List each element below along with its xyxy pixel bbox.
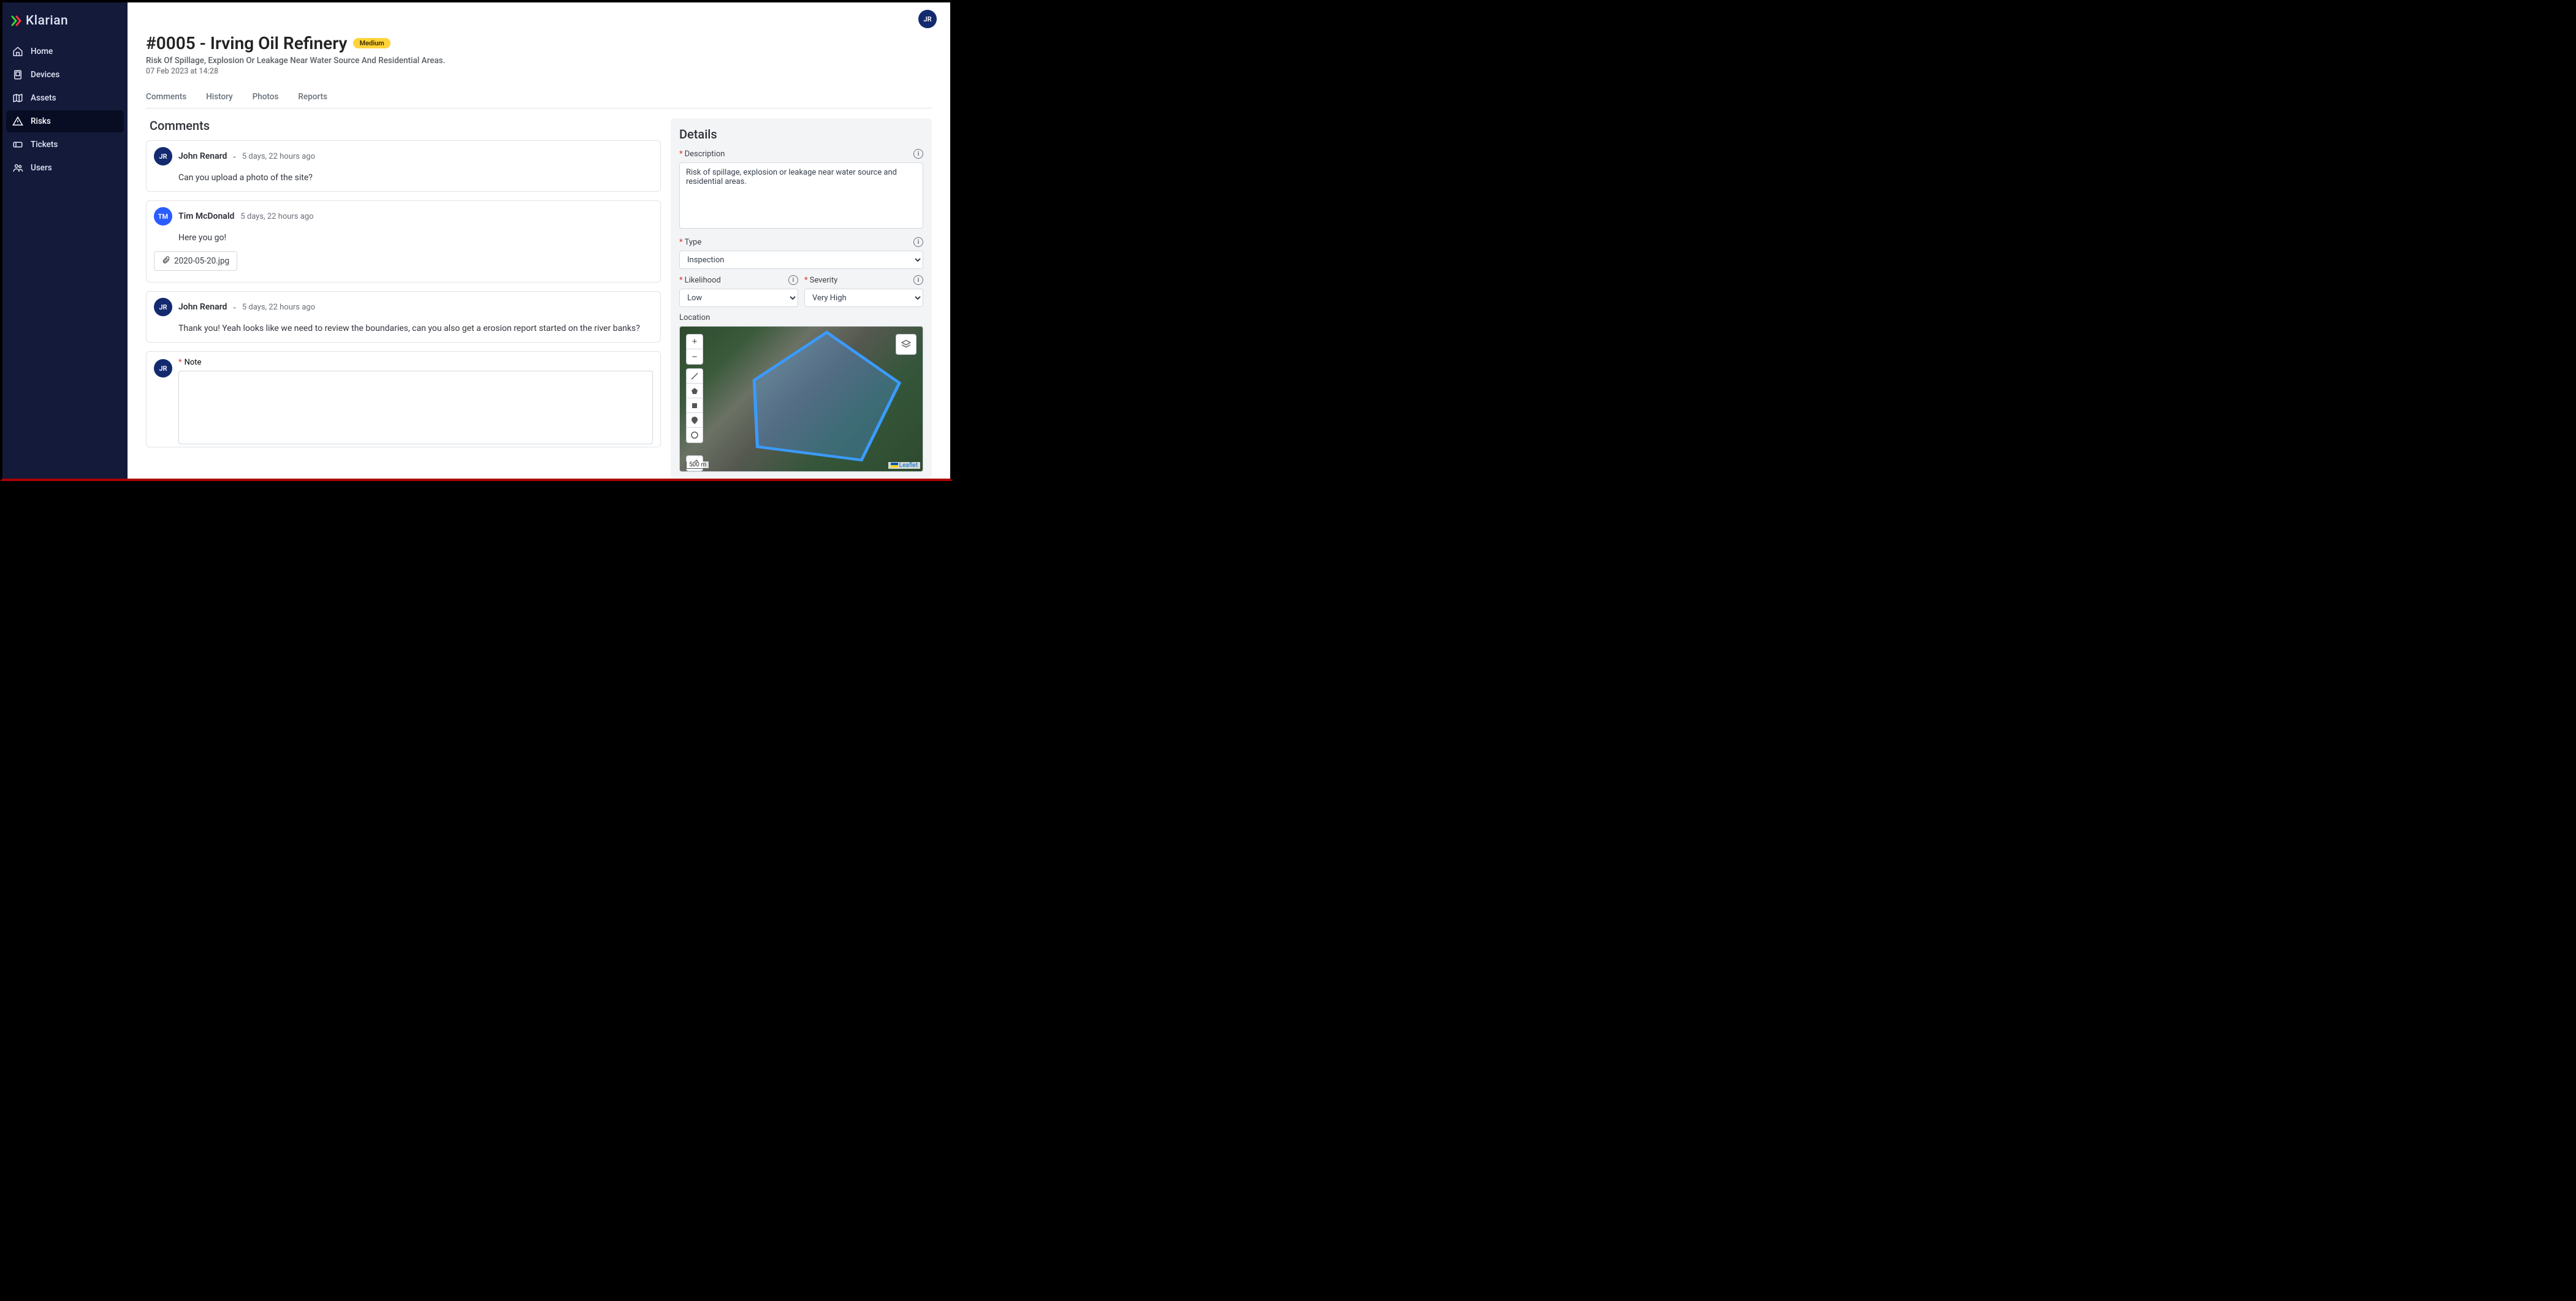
sidebar-label: Assets xyxy=(31,93,56,103)
likelihood-label: Likelihood xyxy=(685,276,721,285)
map-polygon xyxy=(748,330,905,463)
leaflet-link[interactable]: Leaflet xyxy=(899,462,918,469)
map-icon xyxy=(12,93,23,104)
comment-body: Can you upload a photo of the site? xyxy=(154,165,653,183)
sidebar-label: Home xyxy=(31,47,53,56)
flag-icon xyxy=(891,463,898,468)
type-select[interactable]: Inspection xyxy=(679,251,923,269)
main: JR #0005 - Irving Oil Refinery Medium Ri… xyxy=(128,2,950,479)
info-icon[interactable]: i xyxy=(788,275,798,285)
info-icon[interactable]: i xyxy=(913,275,923,285)
comment-card: JR John Renard - 5 days, 22 hours ago Th… xyxy=(146,291,661,343)
likelihood-select[interactable]: Low xyxy=(679,289,798,307)
location-map[interactable]: + − xyxy=(679,326,923,472)
zoom-out-button[interactable]: − xyxy=(687,349,703,364)
severity-label: Severity xyxy=(810,276,838,285)
page-subtitle: Risk Of Spillage, Explosion Or Leakage N… xyxy=(146,56,932,66)
map-attribution: Leaflet xyxy=(888,462,920,469)
comment-body: Here you go! xyxy=(154,226,653,243)
map-scale: 500 m xyxy=(686,461,709,469)
page-header: #0005 - Irving Oil Refinery Medium Risk … xyxy=(146,33,932,78)
location-label: Location xyxy=(679,313,923,322)
avatar: TM xyxy=(154,207,172,226)
brand-mark-icon xyxy=(11,14,25,28)
note-label: Note xyxy=(185,358,202,367)
type-label: Type xyxy=(685,238,702,247)
description-label: Description xyxy=(685,150,725,159)
required-marker: * xyxy=(679,150,683,159)
topbar: JR xyxy=(128,2,950,33)
map-zoom-controls: + − xyxy=(686,334,703,365)
comment-time: 5 days, 22 hours ago xyxy=(242,152,315,161)
sidebar-item-devices[interactable]: Devices xyxy=(6,64,124,86)
comment-card: TM Tim McDonald 5 days, 22 hours ago Her… xyxy=(146,200,661,283)
comment-card: JR John Renard - 5 days, 22 hours ago Ca… xyxy=(146,140,661,192)
tab-comments[interactable]: Comments xyxy=(146,88,186,108)
comment-body: Thank you! Yeah looks like we need to re… xyxy=(154,316,653,333)
ticket-icon xyxy=(12,139,23,150)
paperclip-icon xyxy=(162,256,170,267)
warning-icon xyxy=(12,116,23,127)
page-title: #0005 - Irving Oil Refinery xyxy=(146,33,347,53)
required-marker: * xyxy=(679,276,683,285)
sidebar-label: Users xyxy=(31,163,52,173)
avatar: JR xyxy=(154,359,172,377)
sidebar-item-users[interactable]: Users xyxy=(6,157,124,179)
sidebar-item-assets[interactable]: Assets xyxy=(6,87,124,109)
user-avatar[interactable]: JR xyxy=(918,10,937,28)
info-icon[interactable]: i xyxy=(913,237,923,247)
sidebar-item-tickets[interactable]: Tickets xyxy=(6,134,124,156)
attachment-chip[interactable]: 2020-05-20.jpg xyxy=(154,251,237,271)
comment-author: John Renard xyxy=(178,302,227,312)
comments-title: Comments xyxy=(146,118,661,133)
sidebar: Klarian Home Devices Assets xyxy=(2,2,128,479)
draw-marker-button[interactable] xyxy=(687,413,703,428)
tabs: Comments History Photos Reports xyxy=(146,78,932,108)
required-marker: * xyxy=(679,238,683,247)
brand-name: Klarian xyxy=(26,13,68,28)
avatar: JR xyxy=(154,147,172,165)
severity-select[interactable]: Very High xyxy=(804,289,923,307)
comment-author: John Renard xyxy=(178,151,227,161)
zoom-in-button[interactable]: + xyxy=(687,335,703,349)
comment-time: 5 days, 22 hours ago xyxy=(242,303,315,312)
required-marker: * xyxy=(804,276,808,285)
layers-button[interactable] xyxy=(896,334,916,355)
severity-badge: Medium xyxy=(353,38,390,48)
note-card: JR * Note xyxy=(146,351,661,447)
draw-circle-button[interactable] xyxy=(687,428,703,442)
map-draw-tools xyxy=(686,368,703,443)
attachment-name: 2020-05-20.jpg xyxy=(174,256,229,266)
draw-line-button[interactable] xyxy=(687,369,703,384)
sidebar-nav: Home Devices Assets Risks xyxy=(2,40,128,179)
separator: - xyxy=(233,151,235,162)
info-icon[interactable]: i xyxy=(913,149,923,159)
description-textarea[interactable] xyxy=(679,162,923,229)
users-icon xyxy=(12,162,23,173)
comment-author: Tim McDonald xyxy=(178,211,234,221)
avatar: JR xyxy=(154,298,172,316)
details-panel: Details * Description i xyxy=(671,118,932,479)
tab-history[interactable]: History xyxy=(206,88,232,108)
sidebar-item-home[interactable]: Home xyxy=(6,40,124,63)
details-title: Details xyxy=(679,127,923,142)
tab-reports[interactable]: Reports xyxy=(298,88,327,108)
sidebar-label: Tickets xyxy=(31,140,58,150)
comment-time: 5 days, 22 hours ago xyxy=(240,212,313,221)
draw-polygon-button[interactable] xyxy=(687,384,703,398)
draw-rectangle-button[interactable] xyxy=(687,398,703,413)
comments-column: Comments JR John Renard - 5 days, 22 hou… xyxy=(146,118,661,479)
home-icon xyxy=(12,46,23,57)
separator: - xyxy=(233,302,235,313)
tab-photos[interactable]: Photos xyxy=(253,88,279,108)
sidebar-label: Devices xyxy=(31,70,59,80)
brand-logo[interactable]: Klarian xyxy=(2,9,128,40)
sidebar-item-risks[interactable]: Risks xyxy=(6,110,124,132)
device-icon xyxy=(12,69,23,80)
sidebar-label: Risks xyxy=(31,116,51,126)
required-marker: * xyxy=(178,358,182,367)
page-timestamp: 07 Feb 2023 at 14:28 xyxy=(146,67,932,76)
note-textarea[interactable] xyxy=(178,371,653,444)
